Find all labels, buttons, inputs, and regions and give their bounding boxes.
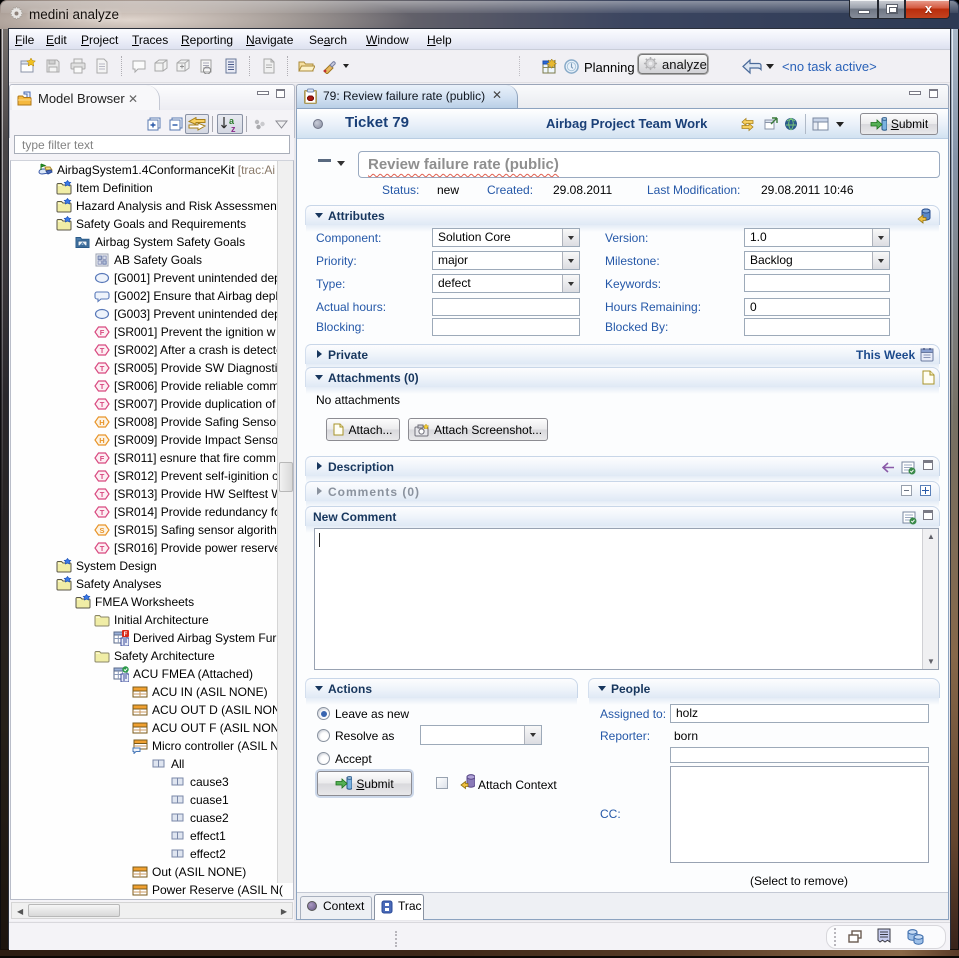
svg-text:z: z bbox=[231, 124, 236, 133]
